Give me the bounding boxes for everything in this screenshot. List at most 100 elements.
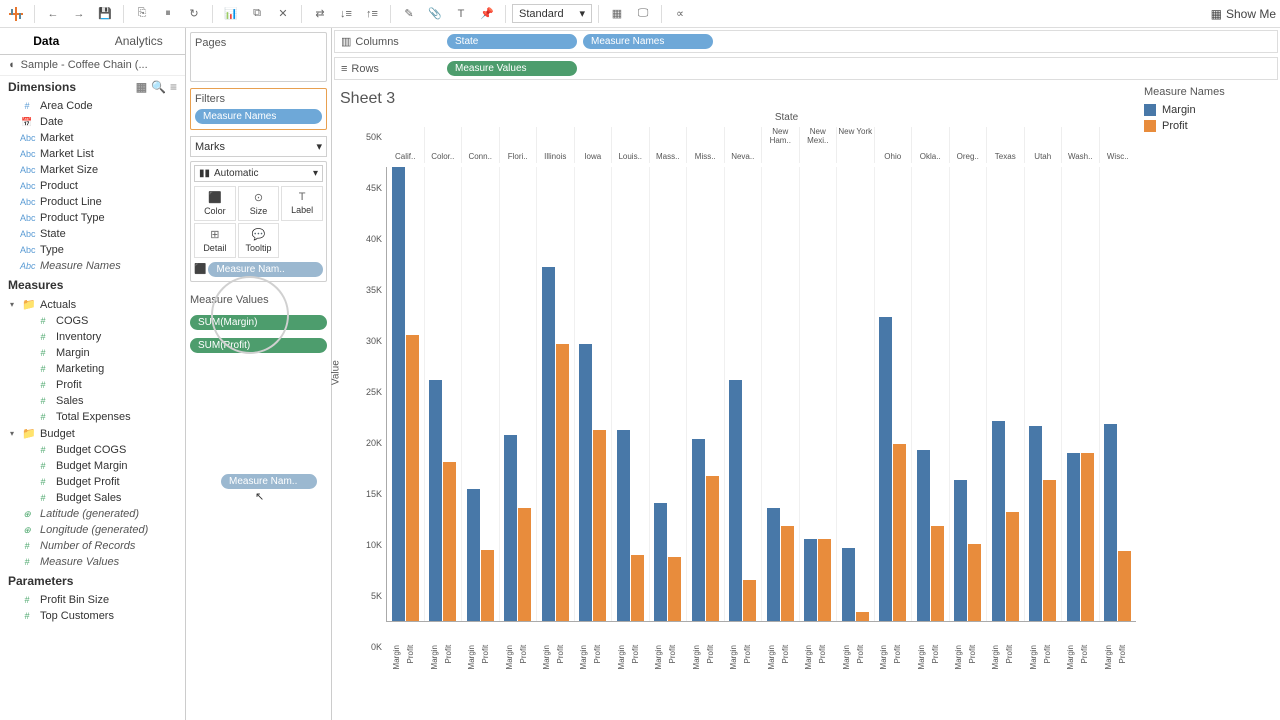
dimension-field[interactable]: AbcProduct Type [0,210,185,226]
marks-header[interactable]: Marks▾ [190,136,327,157]
bar[interactable] [1006,512,1019,621]
parameter-field[interactable]: #Profit Bin Size [0,592,185,608]
col-pill-state[interactable]: State [447,34,577,49]
menu-icon[interactable]: ≡ [170,80,177,94]
bar[interactable] [706,476,719,621]
highlight-icon[interactable]: ✎ [397,3,421,25]
view-icon[interactable]: ▦ [136,80,147,94]
sort-desc-icon[interactable]: ↑≡ [360,3,384,25]
mark-tooltip[interactable]: 💬Tooltip [238,223,280,258]
back-icon[interactable]: ← [41,3,65,25]
bar[interactable] [429,380,442,621]
bar[interactable] [392,167,405,621]
col-pill-measure-names[interactable]: Measure Names [583,34,713,49]
tab-analytics[interactable]: Analytics [93,28,186,54]
bar[interactable] [1043,480,1056,621]
columns-shelf[interactable]: ▥Columns State Measure Names [334,30,1278,53]
bar[interactable] [504,435,517,621]
bar[interactable] [992,421,1005,621]
legend-item[interactable]: Margin [1144,102,1276,118]
bar[interactable] [692,439,705,621]
bar[interactable] [481,550,494,621]
row-pill-measure-values[interactable]: Measure Values [447,61,577,76]
bar[interactable] [1118,551,1131,621]
filter-pill-measure-names[interactable]: Measure Names [195,109,322,124]
clear-icon[interactable]: ✕ [271,3,295,25]
bar[interactable] [654,503,667,621]
dimension-field[interactable]: #Area Code [0,98,185,114]
forward-icon[interactable]: → [67,3,91,25]
sheet-title[interactable]: Sheet 3 [340,90,1136,108]
dimension-field[interactable]: AbcMeasure Names [0,258,185,274]
pin-icon[interactable]: 📌 [475,3,499,25]
bar[interactable] [593,430,606,621]
bar[interactable] [931,526,944,621]
chart-plot[interactable]: State Calif..Color..Conn..Flori..Illinoi… [386,167,1136,622]
bar[interactable] [767,508,780,622]
measure-field[interactable]: #Budget Margin [0,458,185,474]
sort-asc-icon[interactable]: ↓≡ [334,3,358,25]
bar[interactable] [818,539,831,621]
share-icon[interactable]: ∝ [668,3,692,25]
fit-dropdown[interactable]: Standard▾ [512,4,592,23]
mark-size[interactable]: ⊙Size [238,186,280,221]
filters-shelf[interactable]: Filters Measure Names [190,88,327,130]
measure-field[interactable]: #Budget COGS [0,442,185,458]
bar[interactable] [542,267,555,621]
bar[interactable] [556,344,569,621]
parameter-field[interactable]: #Top Customers [0,608,185,624]
measure-field[interactable]: ⊕Latitude (generated) [0,506,185,522]
bar[interactable] [917,450,930,621]
bar[interactable] [518,508,531,622]
measure-field[interactable]: #Measure Values [0,554,185,570]
mark-color[interactable]: ⬛Color [194,186,236,221]
bar[interactable] [406,335,419,621]
measure-folder[interactable]: ▾📁Budget [0,425,185,442]
dimension-field[interactable]: AbcMarket Size [0,162,185,178]
datasource-row[interactable]: ◖ Sample - Coffee Chain (... [0,55,185,76]
dimension-field[interactable]: AbcProduct [0,178,185,194]
search-icon[interactable]: 🔍 [151,80,166,94]
group-icon[interactable]: 📎 [423,3,447,25]
tab-data[interactable]: Data [0,28,93,54]
bar[interactable] [579,344,592,621]
pause-icon[interactable]: ⏸ [156,3,180,25]
label-icon[interactable]: T [449,3,473,25]
measure-field[interactable]: #Profit [0,377,185,393]
dimension-field[interactable]: AbcProduct Line [0,194,185,210]
dimension-field[interactable]: AbcMarket [0,130,185,146]
dimension-field[interactable]: AbcMarket List [0,146,185,162]
mark-pill-measure-names[interactable]: Measure Nam.. [208,262,323,277]
legend-item[interactable]: Profit [1144,118,1276,134]
duplicate-icon[interactable]: ⧉ [245,3,269,25]
bar[interactable] [743,580,756,621]
measure-field[interactable]: #Number of Records [0,538,185,554]
mv-pill-margin[interactable]: SUM(Margin) [190,315,327,330]
bar[interactable] [443,462,456,621]
bar[interactable] [804,539,817,621]
measure-folder[interactable]: ▾📁Actuals [0,296,185,313]
presentation-icon[interactable]: 🖵 [631,3,655,25]
measure-field[interactable]: #COGS [0,313,185,329]
bar[interactable] [1104,424,1117,621]
bar[interactable] [879,317,892,621]
mark-detail[interactable]: ⊞Detail [194,223,236,258]
measure-field[interactable]: #Budget Profit [0,474,185,490]
bar[interactable] [729,380,742,621]
new-datasource-icon[interactable]: ⎘ [130,3,154,25]
measure-field[interactable]: #Margin [0,345,185,361]
tableau-logo-icon[interactable] [4,3,28,25]
measure-field[interactable]: #Sales [0,393,185,409]
new-worksheet-icon[interactable]: 📊 [219,3,243,25]
show-me-button[interactable]: ▦Show Me [1211,7,1276,21]
measure-field[interactable]: #Total Expenses [0,409,185,425]
measure-field[interactable]: #Inventory [0,329,185,345]
bar[interactable] [968,544,981,621]
measure-field[interactable]: #Marketing [0,361,185,377]
dimension-field[interactable]: AbcState [0,226,185,242]
bar[interactable] [1081,453,1094,621]
bar[interactable] [781,526,794,621]
rows-shelf[interactable]: ≡Rows Measure Values [334,57,1278,80]
bar[interactable] [1029,426,1042,621]
bar[interactable] [617,430,630,621]
